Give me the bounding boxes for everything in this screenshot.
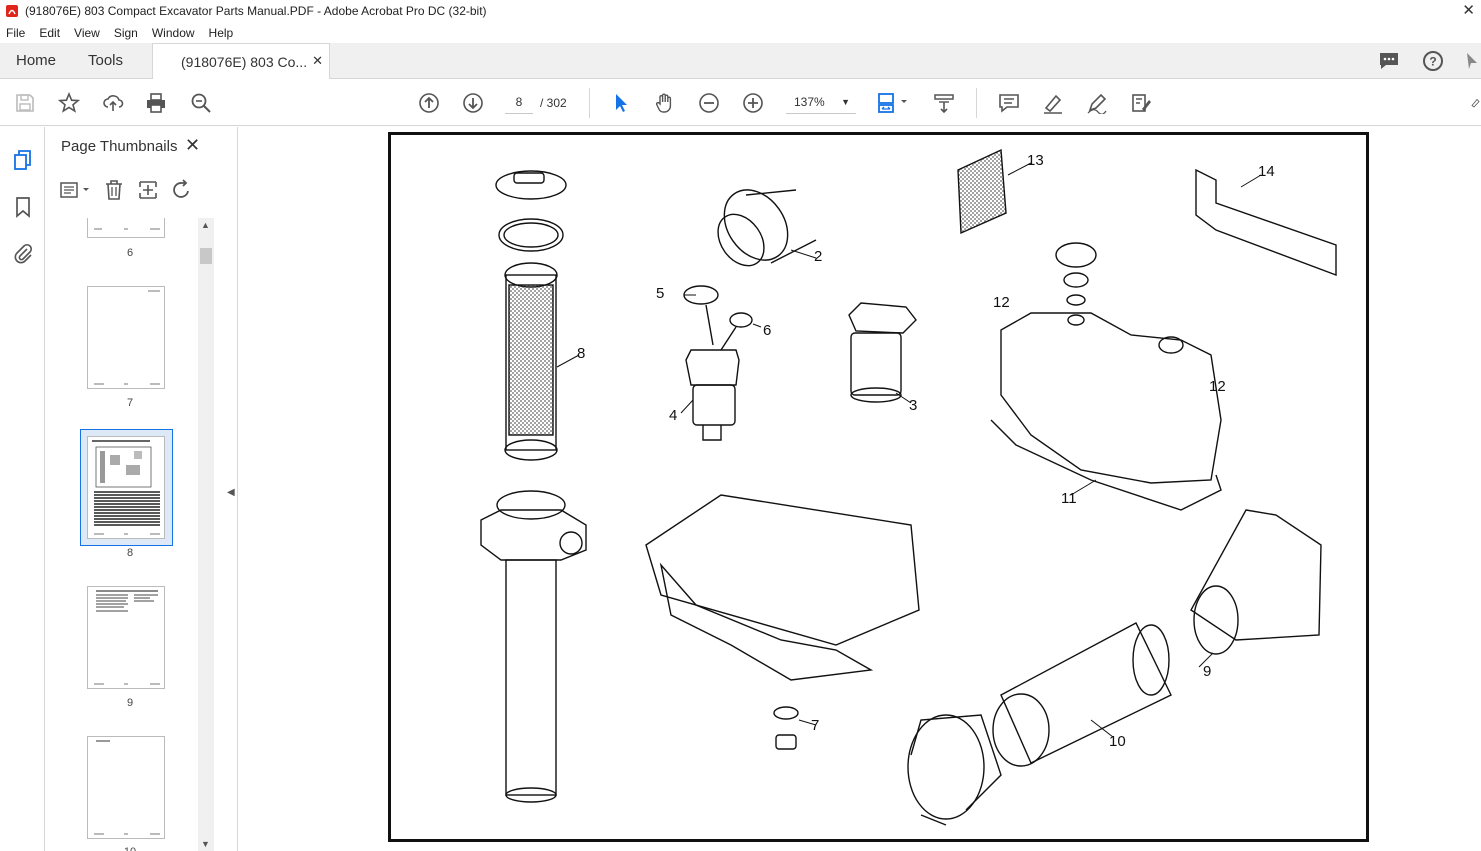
thumbnail-label: 10 <box>45 846 215 851</box>
share-upload-icon[interactable] <box>101 91 125 115</box>
callout-label: 11 <box>1061 490 1077 507</box>
page-total: / 302 <box>540 96 567 110</box>
page-fit-icon[interactable] <box>877 91 913 115</box>
zoom-select[interactable]: 137% ▼ <box>786 90 856 114</box>
bookmark-star-icon[interactable] <box>57 91 81 115</box>
callout-label: 9 <box>1203 663 1212 680</box>
thumbnails-panel: Page Thumbnails ✕ 6 7 8 9 ▲ ▼ <box>45 127 238 851</box>
menu-window[interactable]: Window <box>152 26 195 40</box>
thumbnail-page-selected[interactable] <box>87 436 165 539</box>
draw-sign-icon[interactable] <box>1085 91 1109 115</box>
menu-edit[interactable]: Edit <box>39 26 60 40</box>
zoom-value: 137% <box>794 95 825 109</box>
pdf-page: 8 2 3 4 5 6 7 9 10 11 12 12 13 14 <box>388 132 1369 842</box>
scroll-down-icon[interactable]: ▼ <box>201 839 210 849</box>
callout-label: 5 <box>656 285 665 302</box>
select-cursor-icon[interactable] <box>609 91 633 115</box>
acrobat-logo-icon <box>6 5 18 17</box>
zoom-out-icon[interactable] <box>697 91 721 115</box>
thumbnail-page[interactable] <box>87 736 165 839</box>
page-number-input[interactable]: 8 <box>505 90 533 114</box>
bookmarks-icon[interactable] <box>12 196 34 218</box>
tab-document-label: (918076E) 803 Co... <box>181 53 308 70</box>
delete-trash-icon[interactable] <box>103 179 125 201</box>
thumbnails-list: 6 7 8 9 <box>45 218 215 851</box>
toolbar-divider <box>589 88 590 118</box>
title-bar: (918076E) 803 Compact Excavator Parts Ma… <box>0 0 1481 22</box>
callout-label: 13 <box>1027 152 1044 169</box>
svg-text:?: ? <box>1429 55 1436 69</box>
toolbar-divider <box>976 88 977 118</box>
thumbnail-page[interactable] <box>87 218 165 238</box>
scrollbar-thumb[interactable] <box>200 248 212 264</box>
callout-label: 4 <box>669 407 678 424</box>
fill-sign-icon[interactable] <box>1129 91 1153 115</box>
tab-close-button[interactable]: ✕ <box>312 53 323 69</box>
parts-diagram <box>480 148 1337 826</box>
tab-home[interactable]: Home <box>16 52 56 69</box>
window-close-button[interactable]: ✕ <box>1462 1 1475 19</box>
more-tools-icon[interactable] <box>1470 91 1481 115</box>
callout-label: 2 <box>814 248 823 265</box>
tab-bar: Home Tools (918076E) 803 Co... ✕ ? <box>0 43 1481 79</box>
tab-document[interactable]: (918076E) 803 Co... ✕ <box>152 43 330 79</box>
thumbnail-label: 7 <box>126 397 134 409</box>
thumbnail-page[interactable] <box>87 586 165 689</box>
previous-page-icon[interactable] <box>417 91 441 115</box>
main-toolbar: 8 / 302 137% ▼ <box>0 80 1481 126</box>
left-rail <box>0 127 45 851</box>
page-thumbnails-icon[interactable] <box>12 149 34 171</box>
menu-bar: File Edit View Sign Window Help <box>0 22 1481 43</box>
menu-help[interactable]: Help <box>209 26 234 40</box>
callout-label: 8 <box>577 345 586 362</box>
panel-title: Page Thumbnails <box>61 138 178 155</box>
scroll-up-icon[interactable]: ▲ <box>201 220 210 230</box>
menu-view[interactable]: View <box>74 26 100 40</box>
insert-page-icon[interactable] <box>137 179 159 201</box>
callout-label: 12 <box>993 294 1010 311</box>
attachments-paperclip-icon[interactable] <box>12 242 34 264</box>
callout-label: 7 <box>811 717 820 734</box>
rotate-icon[interactable] <box>171 179 193 201</box>
thumbnail-label: 6 <box>126 247 134 259</box>
hand-pan-icon[interactable] <box>653 91 677 115</box>
tab-tools[interactable]: Tools <box>88 52 123 69</box>
callout-label: 14 <box>1258 163 1275 180</box>
collapse-panel-icon[interactable]: ◀ <box>227 487 235 498</box>
save-icon[interactable] <box>13 91 37 115</box>
help-icon[interactable]: ? <box>1421 49 1445 73</box>
print-icon[interactable] <box>144 91 168 115</box>
thumbnail-page[interactable] <box>87 286 165 389</box>
comment-icon[interactable] <box>997 91 1021 115</box>
comment-chat-icon[interactable] <box>1377 49 1401 73</box>
document-viewer: 8 2 3 4 5 6 7 9 10 11 12 12 13 14 <box>238 127 1481 851</box>
panel-toolbar <box>59 179 193 201</box>
sign-in-icon[interactable] <box>1465 49 1479 73</box>
next-page-icon[interactable] <box>461 91 485 115</box>
zoom-in-icon[interactable] <box>741 91 765 115</box>
chevron-down-icon: ▼ <box>841 97 850 107</box>
menu-sign[interactable]: Sign <box>114 26 138 40</box>
thumbnail-options-icon[interactable] <box>59 180 91 200</box>
thumbnail-label: 9 <box>126 697 134 709</box>
thumbnails-scrollbar[interactable]: ▲ ▼ <box>198 218 214 851</box>
thumbnail-label: 8 <box>126 547 134 559</box>
panel-close-button[interactable]: ✕ <box>185 135 200 156</box>
callout-label: 6 <box>763 322 772 339</box>
find-zoom-search-icon[interactable] <box>189 91 213 115</box>
callout-label: 3 <box>909 397 918 414</box>
highlight-pen-icon[interactable] <box>1041 91 1065 115</box>
menu-file[interactable]: File <box>6 26 25 40</box>
scroll-mode-icon[interactable] <box>932 91 956 115</box>
callout-label: 12 <box>1209 378 1226 395</box>
callout-label: 10 <box>1109 733 1126 750</box>
window-title: (918076E) 803 Compact Excavator Parts Ma… <box>25 4 487 18</box>
